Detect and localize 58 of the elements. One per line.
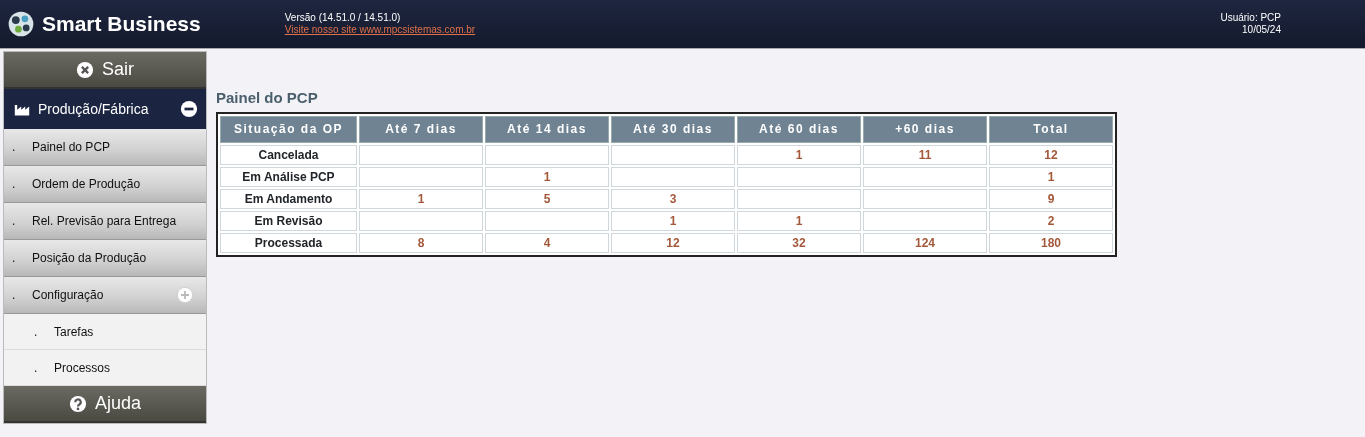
bullet-mark: . bbox=[34, 359, 39, 377]
table-cell: 1 bbox=[611, 210, 735, 231]
expand-icon bbox=[176, 286, 194, 304]
table-cell: 12 bbox=[611, 232, 735, 253]
collapse-icon bbox=[180, 100, 198, 118]
table-cell: 180 bbox=[989, 232, 1113, 253]
menu-item[interactable]: . Configuração bbox=[4, 277, 206, 314]
help-button[interactable]: Ajuda bbox=[4, 386, 206, 423]
column-header: Até 14 dias bbox=[485, 115, 609, 143]
menu-item[interactable]: . Posição da Produção bbox=[4, 240, 206, 277]
table-cell: 1 bbox=[989, 166, 1113, 187]
help-icon bbox=[68, 394, 87, 413]
bullet-mark: . bbox=[12, 287, 17, 304]
table-cell: 32 bbox=[737, 232, 861, 253]
date-label: 10/05/24 bbox=[1241, 24, 1281, 36]
site-link[interactable]: Visite nosso site www.mpcsistemas.com.br bbox=[284, 24, 476, 35]
status-cell: Processada bbox=[220, 232, 357, 253]
table-cell: 1 bbox=[737, 144, 861, 165]
menu-item[interactable]: . Painel do PCP bbox=[4, 129, 206, 166]
table-cell: 1 bbox=[359, 188, 483, 209]
menu-group-header[interactable]: Produção/Fábrica bbox=[4, 89, 206, 129]
panel-title: Painel do PCP bbox=[216, 88, 319, 108]
column-header: Até 7 dias bbox=[359, 115, 483, 143]
column-header: Situação da OP bbox=[220, 115, 357, 143]
menu-item[interactable]: . Tarefas bbox=[4, 314, 206, 350]
logo-icon bbox=[8, 11, 34, 37]
column-header: +60 dias bbox=[863, 115, 987, 143]
table-cell: 8 bbox=[359, 232, 483, 253]
menu-item[interactable]: . Processos bbox=[4, 350, 206, 386]
table-cell: 11 bbox=[863, 144, 987, 165]
table-cell: 124 bbox=[863, 232, 987, 253]
bullet-mark: . bbox=[12, 139, 17, 156]
column-header: Até 30 dias bbox=[611, 115, 735, 143]
table-cell: 1 bbox=[485, 166, 609, 187]
table-cell: 5 bbox=[485, 188, 609, 209]
user-label: Usuário: PCP bbox=[1220, 12, 1281, 24]
status-cell: Em Andamento bbox=[220, 188, 357, 209]
status-cell: Cancelada bbox=[220, 144, 357, 165]
table-cell: 4 bbox=[485, 232, 609, 253]
app-title: Smart Business bbox=[42, 11, 201, 38]
bullet-mark: . bbox=[12, 250, 17, 267]
table-cell: 9 bbox=[989, 188, 1113, 209]
table-cell: 3 bbox=[611, 188, 735, 209]
table-cell: 12 bbox=[989, 144, 1113, 165]
bullet-mark: . bbox=[12, 213, 17, 230]
menu-item[interactable]: . Ordem de Produção bbox=[4, 166, 206, 203]
menu-item[interactable]: . Rel. Previsão para Entrega bbox=[4, 203, 206, 240]
bullet-mark: . bbox=[34, 323, 39, 341]
column-header: Total bbox=[989, 115, 1113, 143]
status-cell: Em Revisão bbox=[220, 210, 357, 231]
exit-button[interactable]: Sair bbox=[4, 52, 206, 89]
close-icon bbox=[76, 60, 94, 79]
version-text: Versão (14.51.0 / 14.51.0) bbox=[284, 12, 402, 24]
bullet-mark: . bbox=[12, 176, 17, 193]
table-cell: 2 bbox=[989, 210, 1113, 231]
column-header: Até 60 dias bbox=[737, 115, 861, 143]
status-cell: Em Análise PCP bbox=[220, 166, 357, 187]
table-cell: 1 bbox=[737, 210, 861, 231]
